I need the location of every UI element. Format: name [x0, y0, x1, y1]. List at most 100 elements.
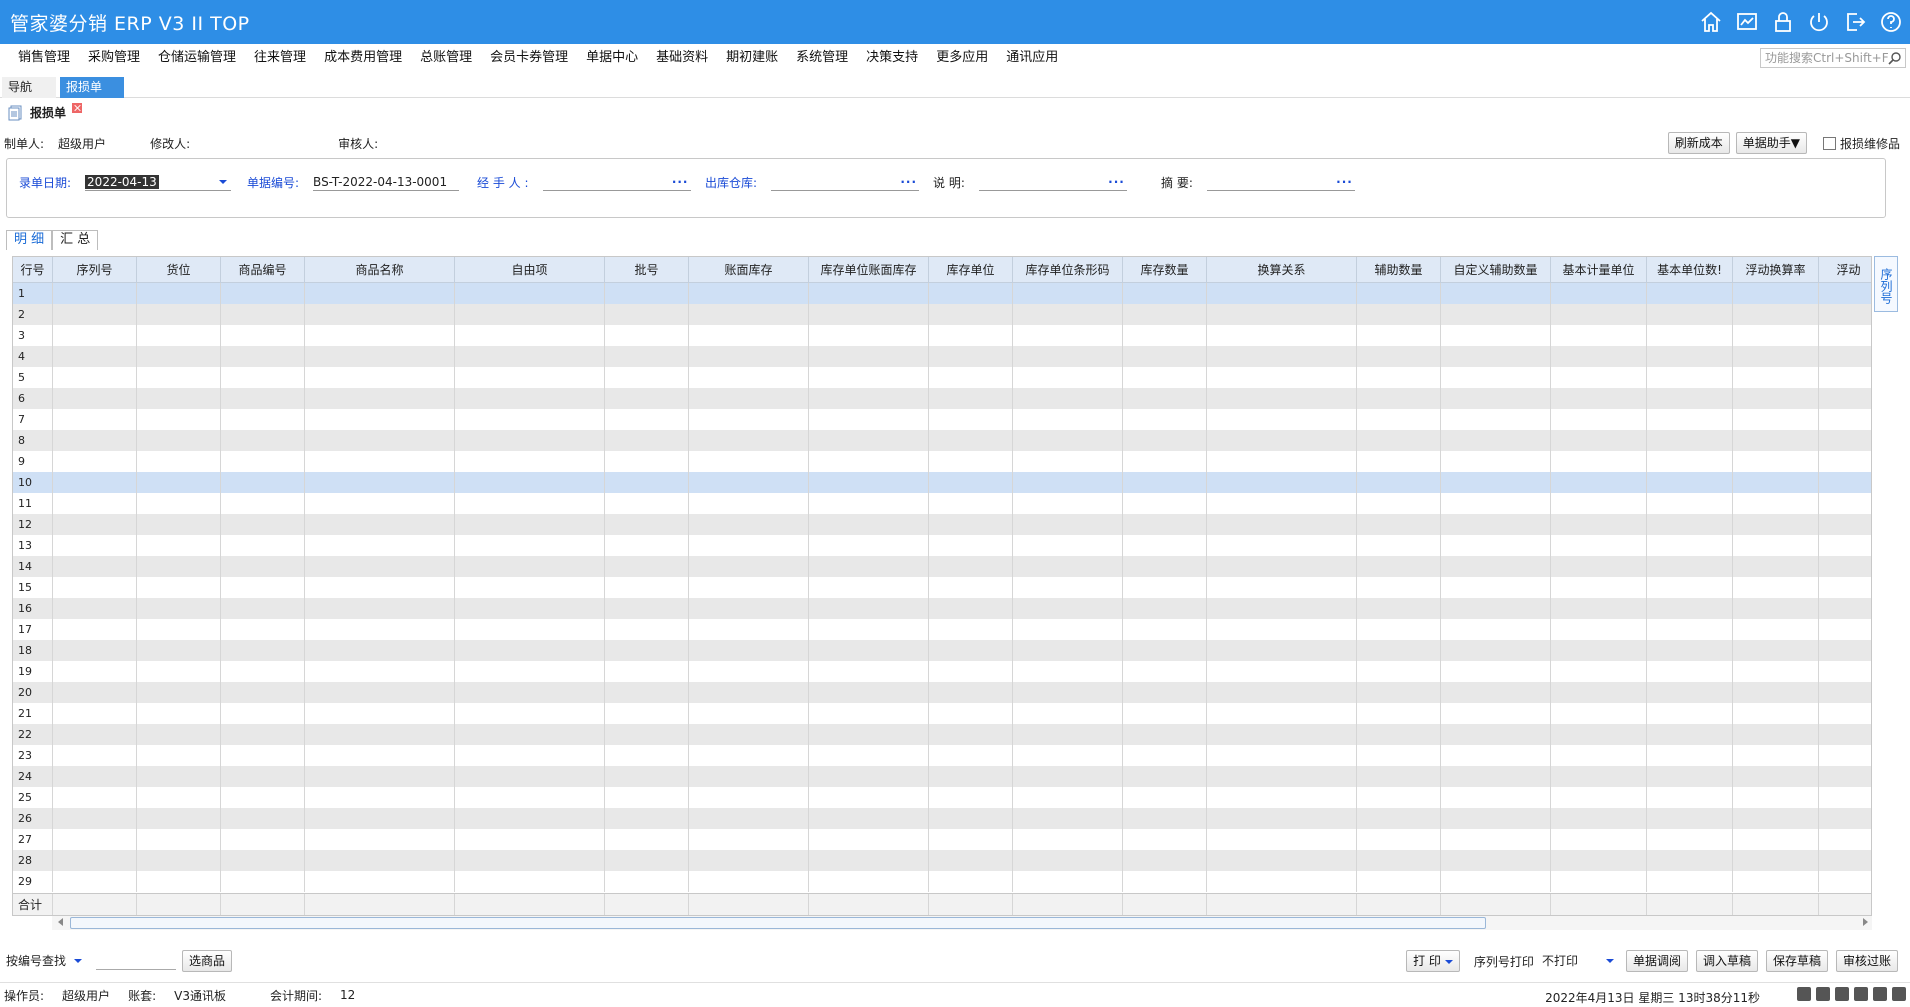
menu-documents[interactable]: 单据中心 — [577, 44, 647, 72]
lock-icon[interactable] — [1770, 9, 1796, 35]
grid-cell[interactable] — [1733, 451, 1819, 472]
serial-side-tab[interactable]: 序列号 — [1874, 256, 1898, 312]
grid-cell[interactable] — [1551, 745, 1647, 766]
grid-cell[interactable] — [305, 640, 455, 661]
grid-cell[interactable] — [305, 472, 455, 493]
grid-cell[interactable] — [221, 367, 305, 388]
table-row[interactable]: 9 — [13, 451, 1871, 472]
grid-cell[interactable] — [1647, 430, 1733, 451]
grid-cell[interactable] — [221, 451, 305, 472]
grid-cell[interactable] — [1551, 493, 1647, 514]
grid-cell[interactable] — [305, 514, 455, 535]
grid-cell[interactable] — [305, 577, 455, 598]
grid-cell[interactable] — [689, 430, 809, 451]
scroll-left-icon[interactable] — [58, 918, 63, 926]
grid-cell[interactable] — [929, 514, 1013, 535]
grid-cell[interactable] — [305, 682, 455, 703]
grid-cell[interactable] — [221, 577, 305, 598]
checkbox-box[interactable] — [1822, 136, 1836, 150]
grid-cell[interactable] — [1207, 661, 1357, 682]
grid-cell[interactable] — [1733, 346, 1819, 367]
grid-cell[interactable] — [1441, 451, 1551, 472]
grid-cell[interactable] — [1013, 493, 1123, 514]
grid-cell[interactable] — [305, 535, 455, 556]
grid-cell[interactable] — [1207, 850, 1357, 871]
column-header[interactable]: 浮动 — [1819, 257, 1871, 283]
menu-member[interactable]: 会员卡券管理 — [481, 44, 577, 72]
grid-cell[interactable] — [53, 850, 137, 871]
grid-cell[interactable] — [809, 787, 929, 808]
menu-accounts[interactable]: 往来管理 — [245, 44, 315, 72]
grid-cell[interactable] — [137, 535, 221, 556]
grid-cell[interactable] — [1123, 493, 1207, 514]
grid-cell[interactable] — [137, 808, 221, 829]
grid-cell[interactable] — [1357, 766, 1441, 787]
grid-cell[interactable] — [1441, 535, 1551, 556]
grid-cell[interactable] — [137, 577, 221, 598]
grid-cell[interactable] — [1207, 703, 1357, 724]
grid-cell[interactable] — [137, 556, 221, 577]
grid-cell[interactable] — [1357, 871, 1441, 892]
summary-input[interactable]: ··· — [1206, 173, 1355, 191]
grid-cell[interactable] — [1207, 325, 1357, 346]
grid-cell[interactable] — [1647, 283, 1733, 304]
grid-cell[interactable] — [137, 367, 221, 388]
grid-cell[interactable] — [53, 556, 137, 577]
grid-cell[interactable] — [1441, 493, 1551, 514]
column-header[interactable]: 浮动换算率 — [1733, 257, 1819, 283]
settings-icon[interactable] — [1873, 987, 1887, 1001]
grid-cell[interactable] — [1207, 493, 1357, 514]
grid-cell[interactable] — [53, 766, 137, 787]
chart-icon[interactable] — [1734, 9, 1760, 35]
grid-cell[interactable] — [1733, 724, 1819, 745]
grid-cell[interactable] — [1357, 661, 1441, 682]
grid-cell[interactable] — [1647, 661, 1733, 682]
grid-cell[interactable] — [605, 724, 689, 745]
grid-cell[interactable] — [137, 598, 221, 619]
grid-cell[interactable] — [1123, 472, 1207, 493]
grid-cell[interactable] — [1357, 745, 1441, 766]
grid-cell[interactable] — [1647, 682, 1733, 703]
grid-cell[interactable] — [929, 388, 1013, 409]
grid-cell[interactable] — [455, 724, 605, 745]
grid-cell[interactable] — [305, 850, 455, 871]
grid-cell[interactable] — [605, 640, 689, 661]
grid-cell[interactable] — [455, 493, 605, 514]
grid-cell[interactable] — [455, 787, 605, 808]
grid-cell[interactable] — [929, 577, 1013, 598]
grid-cell[interactable] — [1123, 325, 1207, 346]
grid-cell[interactable] — [1819, 304, 1871, 325]
grid-cell[interactable] — [1441, 682, 1551, 703]
grid-cell[interactable] — [1013, 472, 1123, 493]
grid-cell[interactable] — [305, 829, 455, 850]
grid-cell[interactable] — [221, 724, 305, 745]
grid-cell[interactable] — [605, 346, 689, 367]
menu-ledger[interactable]: 总账管理 — [411, 44, 481, 72]
grid-cell[interactable] — [809, 367, 929, 388]
grid-cell[interactable] — [305, 703, 455, 724]
function-search-input[interactable]: 功能搜索Ctrl+Shift+F — [1760, 48, 1906, 68]
grid-cell[interactable] — [221, 850, 305, 871]
grid-cell[interactable] — [689, 829, 809, 850]
grid-cell[interactable] — [1819, 787, 1871, 808]
grid-cell[interactable] — [929, 430, 1013, 451]
menu-basic-data[interactable]: 基础资料 — [647, 44, 717, 72]
grid-cell[interactable] — [809, 577, 929, 598]
grid-cell[interactable] — [53, 703, 137, 724]
grid-cell[interactable] — [929, 850, 1013, 871]
grid-cell[interactable] — [1207, 304, 1357, 325]
grid-cell[interactable] — [1733, 535, 1819, 556]
grid-cell[interactable] — [1207, 367, 1357, 388]
table-row[interactable]: 1 — [13, 283, 1871, 304]
grid-cell[interactable] — [605, 850, 689, 871]
table-row[interactable]: 11 — [13, 493, 1871, 514]
grid-cell[interactable] — [689, 325, 809, 346]
column-header[interactable]: 库存单位账面库存 — [809, 257, 929, 283]
grid-cell[interactable] — [605, 598, 689, 619]
grid-cell[interactable] — [221, 325, 305, 346]
grid-cell[interactable] — [689, 472, 809, 493]
grid-cell[interactable] — [1441, 850, 1551, 871]
grid-cell[interactable] — [809, 661, 929, 682]
grid-cell[interactable] — [1551, 388, 1647, 409]
grid-cell[interactable] — [1551, 850, 1647, 871]
